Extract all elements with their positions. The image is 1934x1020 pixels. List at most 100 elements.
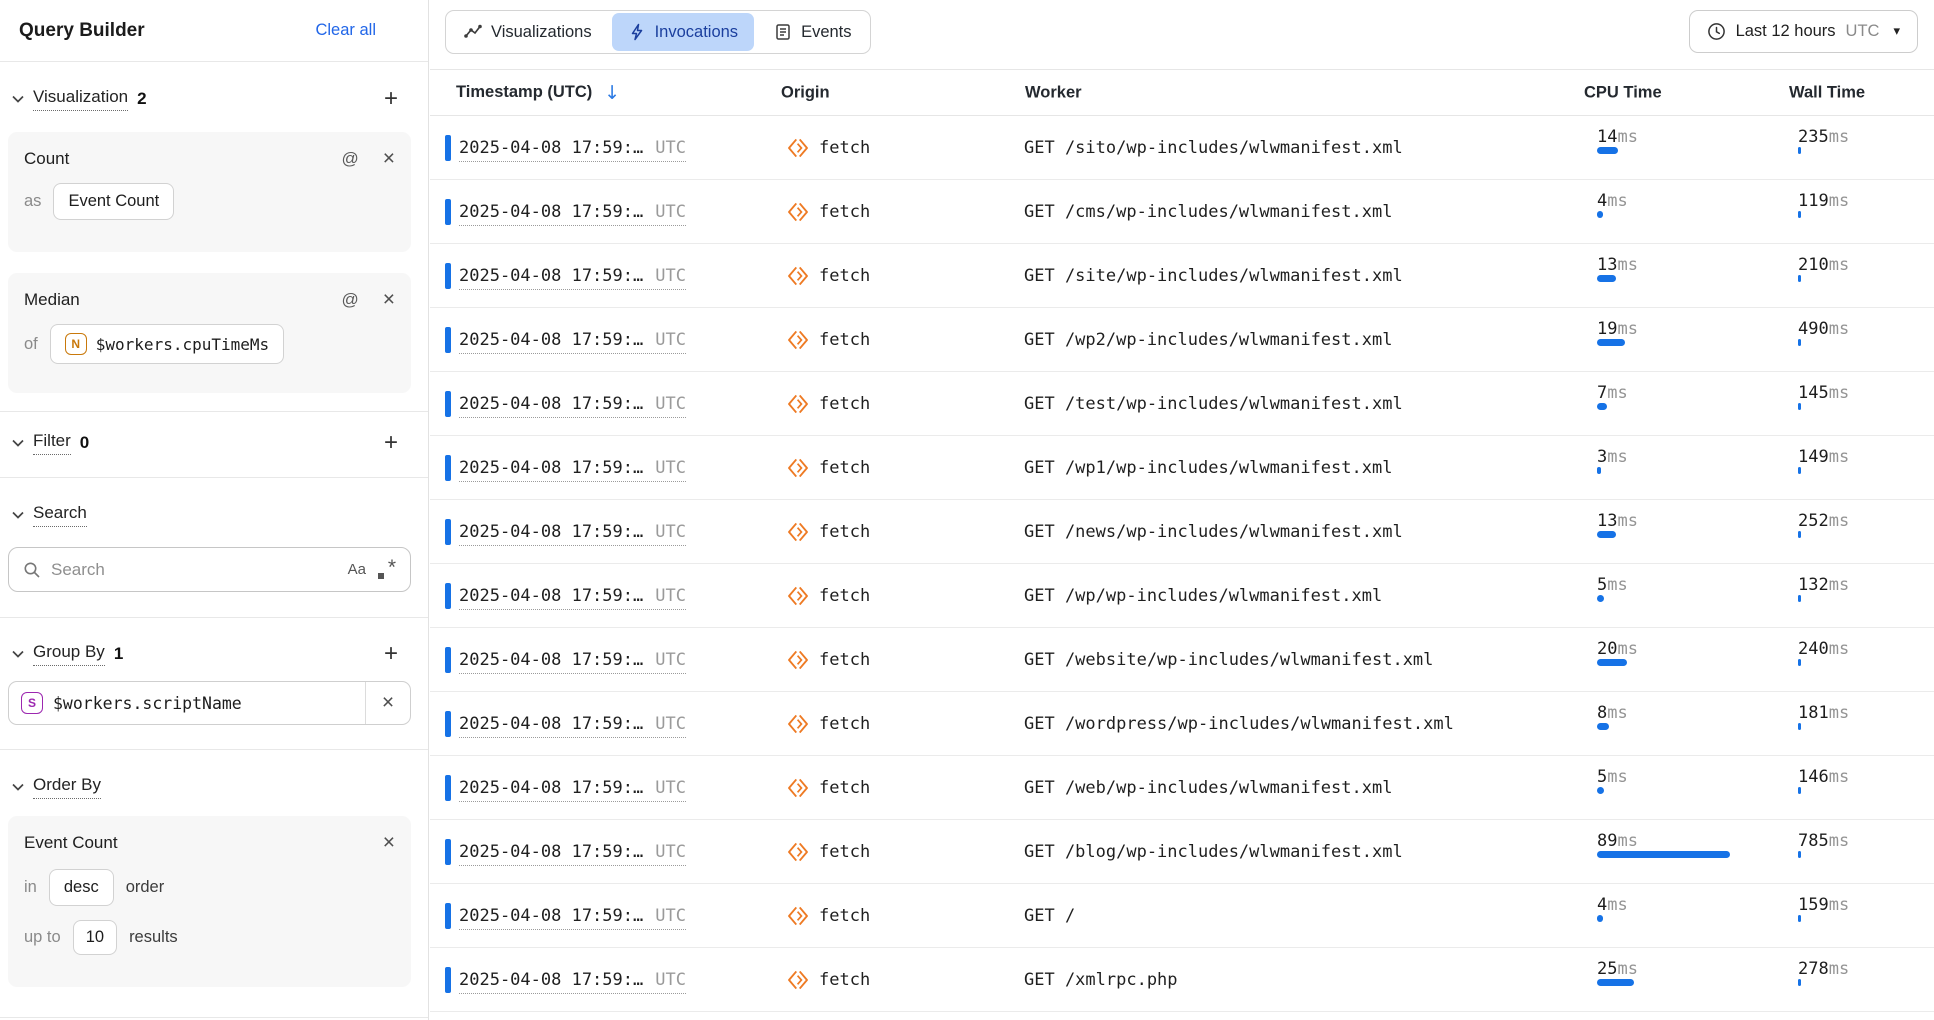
timestamp-value[interactable]: 2025-04-08 17:59:…UTC [459,842,686,866]
order-label: order [126,878,165,897]
group-by-count: 1 [114,644,123,664]
timestamp-value[interactable]: 2025-04-08 17:59:…UTC [459,330,686,354]
origin-value: fetch [819,522,870,542]
results-toolbar: Visualizations Invocations Events [430,0,1934,70]
timestamp-value[interactable]: 2025-04-08 17:59:…UTC [459,522,686,546]
clear-all-button[interactable]: Clear all [315,21,376,40]
chevron-down-icon[interactable] [10,507,26,523]
timestamp-value[interactable]: 2025-04-08 17:59:…UTC [459,202,686,226]
tab-invocations[interactable]: Invocations [612,13,754,51]
document-icon [774,23,792,41]
column-header-cpu-time[interactable]: CPU Time [1584,83,1662,102]
worker-request-cell: GET /web/wp-includes/wlwmanifest.xml [1024,778,1392,798]
search-icon [23,561,41,579]
row-accent-bar [445,967,451,993]
origin-value: fetch [819,266,870,286]
add-group-by-button[interactable]: + [384,644,398,664]
mention-icon[interactable]: @ [341,290,358,310]
origin-value: fetch [819,650,870,670]
chevron-down-icon[interactable] [10,435,26,451]
table-row[interactable]: 2025-04-08 17:59:…UTC fetch GET /cms/wp-… [430,180,1934,244]
chevron-down-icon[interactable] [10,91,26,107]
sidebar-divider [0,477,428,478]
mention-icon[interactable]: @ [341,149,358,169]
table-row[interactable]: 2025-04-08 17:59:…UTC fetch GET /wordpre… [430,692,1934,756]
table-row[interactable]: 2025-04-08 17:59:…UTC fetch GET /test/wp… [430,372,1934,436]
timestamp-value[interactable]: 2025-04-08 17:59:…UTC [459,586,686,610]
timestamp-value[interactable]: 2025-04-08 17:59:…UTC [459,906,686,930]
wall-time-bar [1798,979,1931,986]
timestamp-value[interactable]: 2025-04-08 17:59:…UTC [459,458,686,482]
median-field-chip[interactable]: N $workers.cpuTimeMs [50,324,284,364]
worker-request-cell: GET /test/wp-includes/wlwmanifest.xml [1024,394,1403,414]
chevron-down-icon[interactable] [10,779,26,795]
remove-order-by-icon[interactable]: × [383,835,395,851]
sidebar-header: Query Builder Clear all [0,0,428,62]
sort-direction-select[interactable]: desc [49,869,114,906]
column-header-worker[interactable]: Worker [1025,83,1082,102]
add-filter-button[interactable]: + [384,433,398,453]
timestamp-value[interactable]: 2025-04-08 17:59:…UTC [459,970,686,994]
group-by-field-chip[interactable]: S $workers.scriptName × [8,681,411,725]
table-row[interactable]: 2025-04-08 17:59:…UTC fetch GET /website… [430,628,1934,692]
table-row[interactable]: 2025-04-08 17:59:…UTC fetch GET /wp/wp-i… [430,564,1934,628]
timestamp-value[interactable]: 2025-04-08 17:59:…UTC [459,778,686,802]
timestamp-value[interactable]: 2025-04-08 17:59:…UTC [459,138,686,162]
column-header-wall-time[interactable]: Wall Time [1789,83,1865,102]
timestamp-cell: 2025-04-08 17:59:…UTC [459,138,686,158]
table-row[interactable]: 2025-04-08 17:59:…UTC fetch GET /news/wp… [430,500,1934,564]
origin-cell: fetch [786,136,870,160]
table-row[interactable]: 2025-04-08 17:59:…UTC fetch GET /wp1/wp-… [430,436,1934,500]
cpu-time-cell: 14ms [1597,127,1730,154]
origin-cell: fetch [786,456,870,480]
column-header-timestamp[interactable]: Timestamp (UTC) ↓ [456,82,620,104]
as-label: as [24,192,41,211]
remove-median-icon[interactable]: × [383,292,395,308]
clock-icon [1707,22,1726,41]
search-section-header: Search [0,500,428,530]
count-visualization-card: Count @ × as Event Count [8,132,411,252]
case-sensitive-icon[interactable]: Aa [348,561,366,578]
row-accent-bar [445,455,451,481]
time-range-selector[interactable]: Last 12 hours UTC ▾ [1689,10,1918,53]
table-row[interactable]: 2025-04-08 17:59:…UTC fetch GET /wp2/wp-… [430,308,1934,372]
row-accent-bar [445,263,451,289]
event-count-alias-chip[interactable]: Event Count [53,183,174,220]
worker-request-cell: GET /wp/wp-includes/wlwmanifest.xml [1024,586,1382,606]
workers-icon [786,648,810,672]
timestamp-cell: 2025-04-08 17:59:…UTC [459,714,686,734]
worker-request-cell: GET /site/wp-includes/wlwmanifest.xml [1024,266,1403,286]
dropdown-caret-icon: ▾ [1893,24,1900,39]
column-header-origin[interactable]: Origin [781,83,830,102]
filter-section-label: Filter [33,431,71,455]
table-row[interactable]: 2025-04-08 17:59:…UTC fetch GET /xmlrpc.… [430,948,1934,1012]
wall-time-bar [1798,147,1931,154]
tab-events[interactable]: Events [756,11,869,53]
workers-icon [786,520,810,544]
chevron-down-icon[interactable] [10,646,26,662]
cpu-time-cell: 8ms [1597,703,1730,730]
wall-time-cell: 240ms [1798,639,1931,666]
add-visualization-button[interactable]: + [384,89,398,109]
cpu-time-bar [1597,915,1730,922]
timestamp-value[interactable]: 2025-04-08 17:59:…UTC [459,650,686,674]
timestamp-value[interactable]: 2025-04-08 17:59:…UTC [459,714,686,738]
table-row[interactable]: 2025-04-08 17:59:…UTC fetch GET /blog/wp… [430,820,1934,884]
table-row[interactable]: 2025-04-08 17:59:…UTC fetch GET /web/wp-… [430,756,1934,820]
workers-icon [786,136,810,160]
tab-visualizations[interactable]: Visualizations [446,11,610,53]
order-by-section-label: Order By [33,775,101,799]
remove-group-by-icon[interactable]: × [365,682,410,724]
remove-count-icon[interactable]: × [383,151,395,167]
workers-icon [786,776,810,800]
regex-icon[interactable]: * [376,560,396,580]
timestamp-value[interactable]: 2025-04-08 17:59:…UTC [459,266,686,290]
table-row[interactable]: 2025-04-08 17:59:…UTC fetch GET / 4ms 15… [430,884,1934,948]
table-row[interactable]: 2025-04-08 17:59:…UTC fetch GET /sito/wp… [430,116,1934,180]
table-row-partial[interactable] [430,1012,1934,1020]
table-row[interactable]: 2025-04-08 17:59:…UTC fetch GET /site/wp… [430,244,1934,308]
timestamp-value[interactable]: 2025-04-08 17:59:…UTC [459,394,686,418]
search-input[interactable] [51,560,338,580]
result-limit-input[interactable]: 10 [73,920,117,955]
cpu-time-cell: 25ms [1597,959,1730,986]
